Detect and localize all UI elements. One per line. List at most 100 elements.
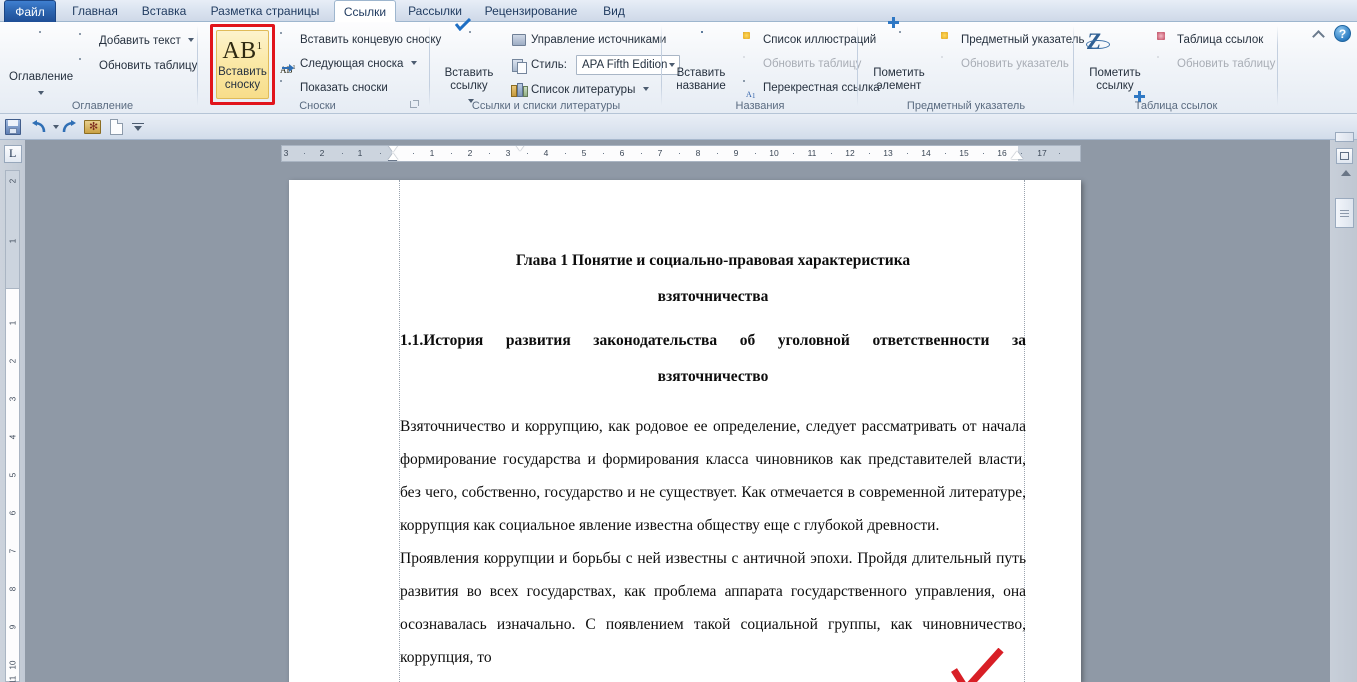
customize-toolbar-icon[interactable] — [130, 118, 148, 136]
chevron-down-icon[interactable] — [410, 61, 417, 66]
chevron-down-icon[interactable] — [187, 38, 194, 43]
undo-icon[interactable] — [30, 118, 48, 136]
bibliography-button[interactable]: Список литературы — [508, 79, 650, 100]
tab-home[interactable]: Главная — [62, 0, 128, 22]
show-notes-button[interactable]: Показать сноски — [277, 77, 389, 98]
undo-chevron-down-icon[interactable] — [53, 125, 59, 129]
vruler-tick: 5 — [8, 472, 18, 478]
hanging-indent-marker[interactable] — [388, 153, 398, 160]
footnotes-dialog-launcher[interactable] — [409, 100, 420, 111]
chevron-down-icon[interactable] — [642, 87, 649, 92]
insert-table-of-authorities-button[interactable]: Таблица ссылок — [1154, 29, 1264, 50]
first-line-indent-marker-2[interactable] — [515, 146, 525, 151]
vruler-tick: 4 — [8, 434, 18, 440]
paragraph-line: Взяточничество и коррупцию, как родовое … — [400, 418, 857, 435]
tab-review[interactable]: Рецензирование — [474, 0, 588, 22]
mark-citation-button[interactable]: Z Пометить ссылку — [1084, 26, 1146, 104]
add-text-button[interactable]: Добавить текст — [76, 30, 195, 51]
right-indent-marker[interactable] — [1011, 151, 1023, 159]
manage-sources-icon — [511, 32, 528, 49]
document-page[interactable]: Глава 1 Понятие и социально-правовая хар… — [289, 180, 1081, 682]
ribbon-group-citations-label: Ссылки и списки литературы — [471, 100, 621, 112]
citation-style-label-wrap: Стиль: — [508, 54, 570, 75]
vruler-tick: 11 — [8, 675, 18, 682]
mark-citation-label-1: Пометить — [1089, 67, 1141, 79]
insert-citation-label-1: Вставить — [444, 67, 494, 79]
tab-view[interactable]: Вид — [592, 0, 636, 22]
document-paragraph-1[interactable]: Взяточничество и коррупцию, как родовое … — [400, 410, 1026, 542]
left-gutter: 2 1 1 2 3 4 5 6 7 8 9 10 11 — [0, 140, 25, 682]
hruler-tick: 2 — [467, 148, 473, 158]
update-table-icon — [1157, 56, 1174, 73]
tab-file[interactable]: Файл — [4, 0, 56, 22]
tab-stop-left-icon[interactable] — [4, 145, 22, 163]
next-footnote-button[interactable]: AB1 Следующая сноска — [277, 53, 418, 75]
update-toc-table-button[interactable]: Обновить таблицу — [76, 55, 198, 76]
vruler-tick: 9 — [8, 624, 18, 630]
update-index-button: Обновить указатель — [938, 53, 1070, 74]
left-indent-marker[interactable] — [388, 160, 397, 161]
insert-index-button[interactable]: Предметный указатель — [938, 29, 1086, 50]
redo-icon[interactable] — [60, 118, 78, 136]
ribbon-group-captions-label: Названия — [735, 100, 785, 112]
chevron-up-icon[interactable] — [1312, 27, 1327, 40]
insert-footnote-highlight — [210, 24, 275, 105]
document-workspace: 2 1 1 2 3 4 5 6 7 8 9 10 11 3 2 1 1 — [0, 132, 1357, 682]
ribbon-group-authorities: Z Пометить ссылку Таблица ссылок Обновит… — [1074, 22, 1278, 114]
manage-sources-button[interactable]: Управление источниками — [508, 29, 667, 50]
horizontal-ruler[interactable]: 3 2 1 1 2 3 4 5 6 7 8 9 10 11 12 13 14 1… — [281, 145, 1081, 162]
insert-caption-label-2: название — [676, 79, 726, 92]
style-icon — [511, 57, 528, 74]
hruler-tick: 10 — [769, 148, 779, 158]
hruler-tick: 14 — [921, 148, 931, 158]
document-body[interactable]: Глава 1 Понятие и социально-правовая хар… — [400, 240, 1026, 674]
table-of-contents-icon — [22, 31, 56, 71]
chevron-down-icon[interactable] — [38, 90, 44, 95]
hruler-tick: 3 — [505, 148, 511, 158]
hruler-tick: 1 — [429, 148, 435, 158]
right-gutter — [1330, 132, 1357, 682]
insert-caption-button[interactable]: Вставить название — [670, 26, 732, 104]
manage-sources-label: Управление источниками — [531, 34, 667, 46]
vruler-tick: 2 — [8, 358, 18, 364]
new-document-icon[interactable] — [108, 118, 126, 136]
update-toc-table-label: Обновить таблицу — [99, 60, 198, 72]
ribbon-group-footnotes: AB1 Вставить сноску Вставить концевую сн… — [205, 22, 441, 114]
macro-icon[interactable]: ✻ — [84, 118, 102, 136]
vruler-tick: 6 — [8, 510, 18, 516]
help-icon[interactable]: ? — [1334, 25, 1351, 42]
save-icon[interactable] — [5, 118, 23, 136]
hruler-tick: 11 — [807, 148, 817, 158]
mark-entry-button[interactable]: Пометить элемент — [868, 17, 930, 104]
paragraph-line: социальное явление известна обществу еще… — [499, 517, 940, 534]
update-index-label: Обновить указатель — [961, 58, 1069, 70]
show-notes-icon — [280, 80, 297, 97]
tab-insert[interactable]: Вставка — [132, 0, 196, 22]
vruler-tick: 3 — [8, 396, 18, 402]
insert-citation-button[interactable]: Вставить ссылку — [438, 17, 500, 104]
show-ruler-icon[interactable] — [1336, 148, 1353, 164]
insert-endnote-label: Вставить концевую сноску — [300, 34, 442, 46]
vruler-tick: 8 — [8, 586, 18, 592]
table-of-contents-button[interactable]: Оглавление — [8, 26, 73, 104]
insert-endnote-button[interactable]: Вставить концевую сноску — [277, 29, 442, 50]
tab-page-layout[interactable]: Разметка страницы — [200, 0, 330, 22]
vertical-ruler[interactable]: 2 1 1 2 3 4 5 6 7 8 9 10 11 — [5, 170, 20, 682]
word-window: Файл Главная Вставка Разметка страницы С… — [0, 0, 1357, 682]
next-footnote-icon: AB1 — [280, 64, 296, 75]
document-heading-1-line-2: взяточничества — [657, 288, 769, 305]
citation-style-label: Стиль: — [531, 59, 567, 71]
vruler-tick: 1 — [8, 320, 18, 326]
document-paragraph-2[interactable]: Проявления коррупции и борьбы с ней изве… — [400, 542, 1026, 674]
ribbon-tab-strip: Файл Главная Вставка Разметка страницы С… — [0, 0, 1357, 22]
scroll-up-icon[interactable] — [1341, 170, 1351, 176]
vertical-scrollbar-thumb[interactable] — [1335, 198, 1354, 228]
first-line-indent-marker[interactable] — [388, 146, 398, 152]
update-table-icon — [743, 56, 760, 73]
update-authorities-table-button: Обновить таблицу — [1154, 53, 1276, 74]
hruler-tick: 17 — [1037, 148, 1047, 158]
tab-references[interactable]: Ссылки — [334, 0, 396, 22]
insert-index-label: Предметный указатель — [961, 34, 1085, 46]
hruler-tick: 1 — [357, 148, 363, 158]
mark-entry-label-1: Пометить — [873, 67, 925, 79]
